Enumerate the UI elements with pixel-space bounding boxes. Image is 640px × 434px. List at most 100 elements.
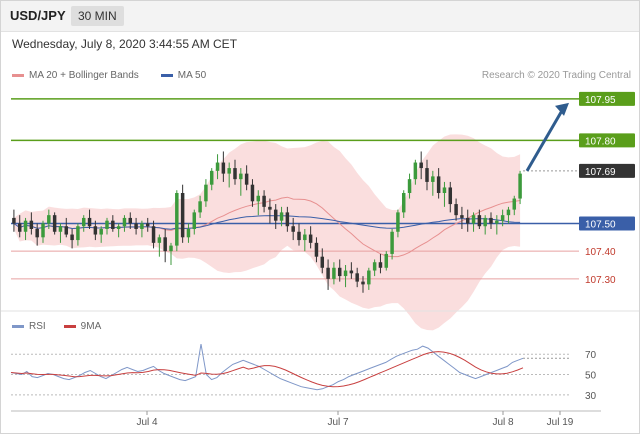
candle-body — [436, 176, 441, 193]
rsi-line — [10, 344, 524, 391]
candle-body — [297, 231, 301, 241]
candle-body — [506, 209, 511, 216]
projection-arrow-head — [555, 102, 569, 116]
candle-body — [140, 223, 144, 229]
candle-body — [407, 179, 412, 193]
jul-8-label: Jul 8 — [492, 417, 514, 428]
candle-body — [111, 220, 115, 229]
candle-body — [239, 173, 243, 180]
candle-body — [465, 217, 470, 224]
jul-19-label: Jul 19 — [547, 417, 574, 428]
candle-body — [128, 217, 133, 224]
current-price-label: 107.69 — [585, 167, 616, 178]
level-107-30-label: 107.30 — [585, 275, 616, 286]
candle-body — [151, 226, 156, 243]
candle-body — [372, 262, 377, 271]
candle-body — [134, 223, 138, 229]
candle-body — [454, 204, 458, 216]
candle-body — [250, 184, 255, 202]
candle-body — [279, 212, 284, 221]
candle-body — [227, 168, 231, 174]
candle-body — [378, 262, 383, 268]
candle-body — [390, 231, 394, 254]
candle-body — [70, 234, 74, 241]
candle-body — [215, 162, 220, 171]
candle-body — [401, 193, 406, 213]
candle-body — [326, 267, 330, 279]
candle-body — [175, 193, 179, 246]
candle-body — [17, 223, 22, 232]
candle-body — [186, 229, 191, 238]
rsi-level-label-70: 70 — [585, 350, 597, 361]
candle-body — [413, 162, 418, 180]
candle-body — [105, 220, 109, 229]
candle-body — [256, 195, 261, 202]
candle-body — [157, 237, 162, 243]
candle-body — [145, 223, 150, 227]
candle-body — [314, 242, 319, 257]
candle-body — [29, 220, 34, 229]
candle-body — [99, 229, 103, 235]
candle-body — [419, 162, 423, 169]
candle-body — [35, 229, 39, 238]
jul-7-label: Jul 7 — [327, 417, 349, 428]
candle-body — [518, 173, 522, 199]
candle-body — [87, 217, 92, 227]
chart-canvas: 107.95 107.80 107.50 107.40 107.30 107.69 70 50… — [1, 91, 639, 428]
candle-body — [343, 270, 348, 277]
candle-body — [448, 187, 453, 205]
candle-body — [93, 226, 98, 235]
bollinger-band — [13, 134, 521, 331]
candle-body — [361, 281, 365, 285]
candle-body — [500, 215, 505, 221]
candle-body — [332, 267, 336, 279]
candle-body — [320, 256, 325, 268]
level-107-40-label: 107.40 — [585, 247, 616, 258]
jul-4-label: Jul 4 — [136, 417, 158, 428]
candle-body — [303, 234, 307, 241]
candle-body — [291, 226, 295, 232]
candle-body — [23, 220, 28, 232]
candle-body — [204, 184, 208, 202]
candle-body — [52, 215, 57, 232]
candle-body — [396, 212, 400, 232]
candle-body — [349, 270, 354, 274]
candle-body — [233, 168, 237, 180]
candle-body — [337, 267, 342, 277]
target-107-95-label: 107.95 — [585, 95, 616, 106]
candle-body — [489, 217, 493, 224]
target-107-80-label: 107.80 — [585, 136, 616, 147]
candle-body — [64, 226, 69, 235]
candle-body — [244, 173, 249, 185]
candle-body — [81, 217, 86, 227]
candle-body — [512, 198, 517, 210]
candle-body — [116, 226, 121, 229]
candle-body — [431, 176, 435, 182]
candle-body — [425, 168, 429, 182]
candle-body — [273, 209, 278, 221]
candle-body — [262, 195, 266, 207]
candle-body — [355, 273, 359, 282]
candle-body — [122, 217, 127, 227]
candle-body — [180, 193, 185, 238]
chart-widget: USD/JPY 30 MIN Wednesday, July 8, 2020 3… — [0, 0, 640, 434]
candle-body — [221, 162, 226, 174]
candle-body — [442, 187, 447, 193]
candle-body — [58, 226, 63, 232]
rsi-level-label-50: 50 — [585, 371, 597, 382]
candle-body — [12, 217, 16, 224]
candle-body — [163, 237, 167, 252]
candle-body — [41, 223, 45, 238]
support-107-50-label: 107.50 — [585, 219, 616, 230]
rsi-ma-line — [10, 351, 524, 388]
candle-body — [477, 215, 482, 227]
candle-body — [47, 215, 51, 224]
candle-body — [198, 201, 202, 213]
candle-body — [268, 206, 272, 210]
candle-body — [192, 212, 197, 229]
candle-body — [209, 170, 214, 185]
candle-body — [308, 234, 313, 243]
candle-body — [367, 270, 371, 285]
candle-body — [384, 253, 389, 268]
candle-body — [169, 245, 173, 252]
